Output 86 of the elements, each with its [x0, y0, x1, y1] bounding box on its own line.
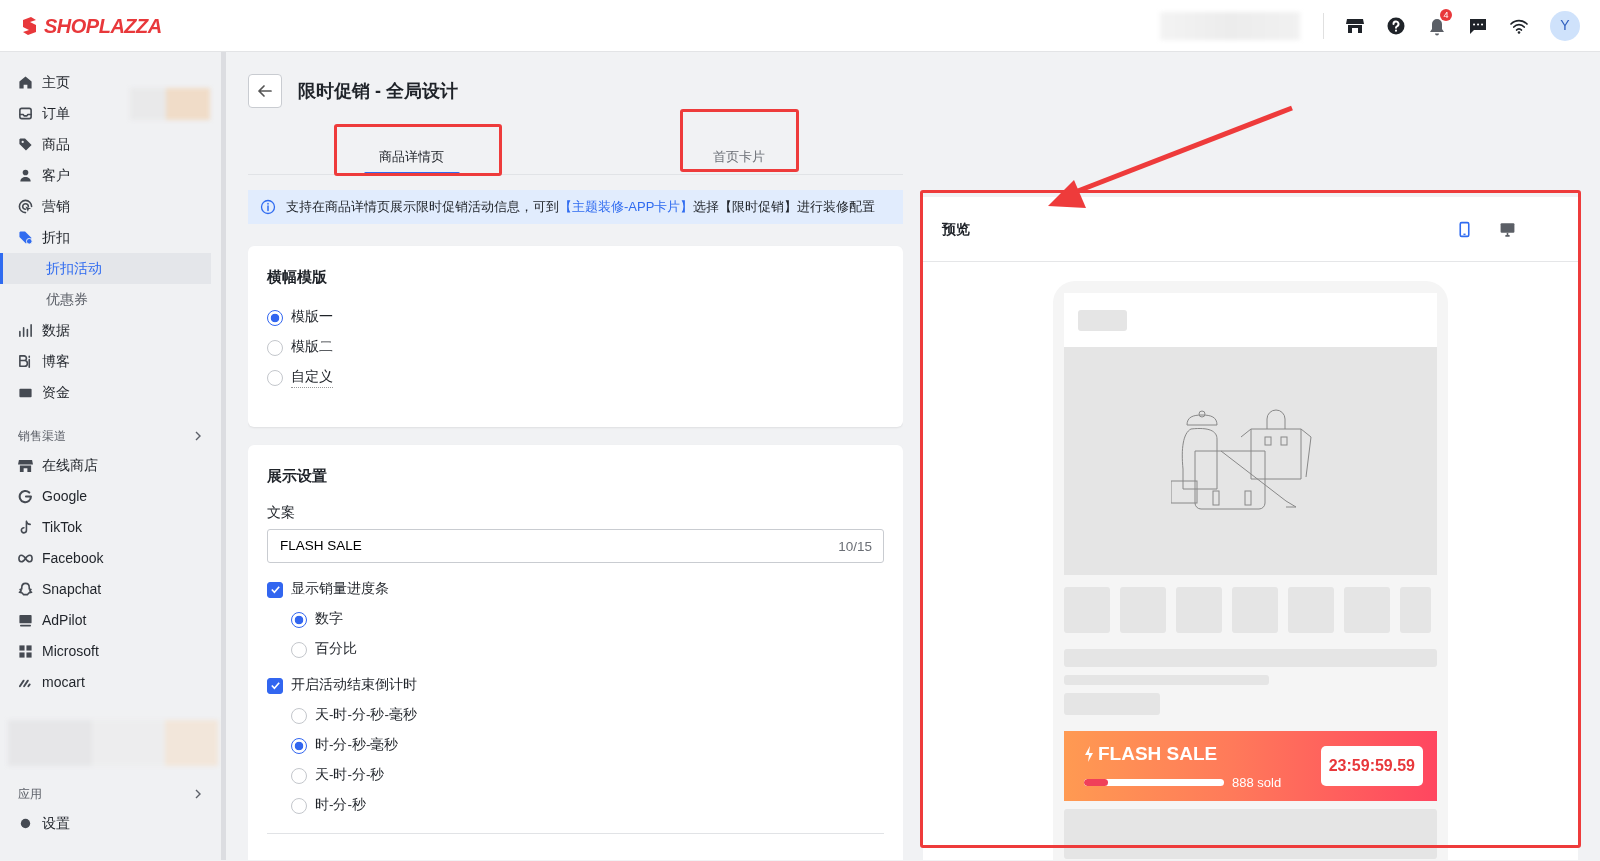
sidebar-item[interactable]: 在线商店 [0, 450, 221, 481]
sidebar-item[interactable]: mocart [0, 667, 221, 698]
ghost-icon [18, 582, 33, 597]
sidebar-item[interactable]: 折扣 [0, 222, 221, 253]
blog-icon [18, 354, 33, 369]
skeleton-block [1078, 309, 1127, 331]
sidebar-item[interactable]: 设置 [0, 808, 221, 839]
sidebar-subitem[interactable]: 折扣活动 [0, 253, 211, 284]
target-icon [18, 199, 33, 214]
sidebar-item[interactable]: Google [0, 481, 221, 512]
option-label: 模版二 [291, 338, 333, 357]
countdown-timer: 23:59:59.59 [1320, 746, 1423, 786]
radio-button[interactable] [267, 339, 283, 356]
sidebar-item[interactable]: 博客 [0, 346, 221, 377]
tab[interactable]: 商品详情页 [248, 130, 576, 174]
grid-icon [18, 644, 33, 659]
sidebar-item[interactable]: 数据 [0, 315, 221, 346]
option-label: 开启活动结束倒计时 [291, 676, 417, 695]
page-title: 限时促销 - 全局设计 [298, 79, 458, 103]
tag-icon [18, 137, 33, 152]
info-icon [260, 199, 276, 215]
sidebar-item[interactable]: 资金 [0, 377, 221, 408]
chevron-right-icon[interactable] [193, 431, 203, 441]
person-icon [18, 168, 33, 183]
info-message: 支持在商品详情页展示限时促销活动信息，可到【主题装修-APP卡片】选择【限时促销】进行装修配置 [286, 198, 876, 217]
option-label: 自定义 [291, 366, 333, 389]
tab[interactable]: 首页卡片 [575, 130, 903, 174]
radio-button[interactable] [291, 797, 307, 814]
radio-button[interactable] [267, 369, 283, 386]
card-title: 横幅模版 [267, 267, 328, 287]
discount-tag-icon [18, 230, 33, 245]
home-icon [18, 75, 33, 90]
radio-button[interactable] [291, 737, 307, 754]
section-heading: 销售渠道 [18, 428, 66, 445]
store-icon [18, 458, 33, 473]
infinity-icon [18, 551, 33, 566]
sidebar-item[interactable]: 营销 [0, 191, 221, 222]
checkbox[interactable] [267, 677, 283, 694]
g-icon [18, 489, 33, 504]
logo-text: SHOPLAZZA [44, 13, 162, 39]
sidebar-item[interactable]: AdPilot [0, 605, 221, 636]
phone-icon[interactable] [1456, 220, 1473, 238]
char-counter: 10/15 [838, 537, 872, 556]
field-label: 文案 [267, 502, 296, 522]
flash-sale-title: FLASH SALE [1098, 742, 1218, 766]
radio-button[interactable] [291, 641, 307, 658]
option-label: 时-分-秒 [315, 796, 366, 815]
option-label: 模版一 [291, 308, 333, 327]
user-avatar[interactable]: Y [1550, 10, 1580, 41]
monitor-icon[interactable] [1499, 220, 1516, 238]
sidebar-item[interactable]: 主页 [0, 67, 221, 98]
back-button[interactable] [248, 74, 282, 108]
theme-link[interactable]: 【主题装修-APP卡片】 [559, 199, 694, 215]
help-icon[interactable] [1386, 15, 1406, 36]
sold-count: 888 sold [1232, 773, 1282, 792]
radio-button[interactable] [267, 309, 283, 326]
sidebar-item[interactable]: Snapchat [0, 574, 221, 605]
preview-title: 预览 [942, 219, 970, 239]
notification-badge: 4 [1440, 8, 1452, 21]
arrow-left-icon [257, 83, 273, 99]
sidebar-item[interactable]: 客户 [0, 160, 221, 191]
tray-icon [18, 106, 33, 121]
sidebar-item[interactable]: Microsoft [0, 636, 221, 667]
sidebar-item[interactable]: 订单 [0, 98, 221, 129]
option-label: 天-时-分-秒-毫秒 [315, 706, 417, 725]
bell-icon[interactable] [1427, 16, 1447, 37]
checkbox[interactable] [267, 581, 283, 598]
option-label: 时-分-秒-毫秒 [315, 736, 399, 755]
sidebar-item[interactable]: TikTok [0, 512, 221, 543]
option-label: 天-时-分-秒 [315, 766, 385, 785]
option-label: 数字 [315, 610, 343, 629]
music-note-icon [18, 520, 33, 535]
radio-button[interactable] [291, 707, 307, 724]
radio-button[interactable] [291, 611, 307, 628]
ad-board-icon [18, 613, 33, 628]
option-label: 百分比 [315, 640, 357, 659]
card-title: 展示设置 [267, 466, 328, 486]
lightning-icon [1084, 746, 1094, 763]
section-heading: 应用 [18, 786, 42, 803]
bar-chart-icon [18, 323, 33, 338]
sidebar-item[interactable]: Facebook [0, 543, 221, 574]
option-label: 显示销量进度条 [291, 580, 389, 599]
sidebar-item[interactable]: 商品 [0, 129, 221, 160]
radio-button[interactable] [291, 767, 307, 784]
sidebar-subitem[interactable]: 优惠券 [0, 284, 221, 315]
chevron-right-icon[interactable] [193, 789, 203, 799]
